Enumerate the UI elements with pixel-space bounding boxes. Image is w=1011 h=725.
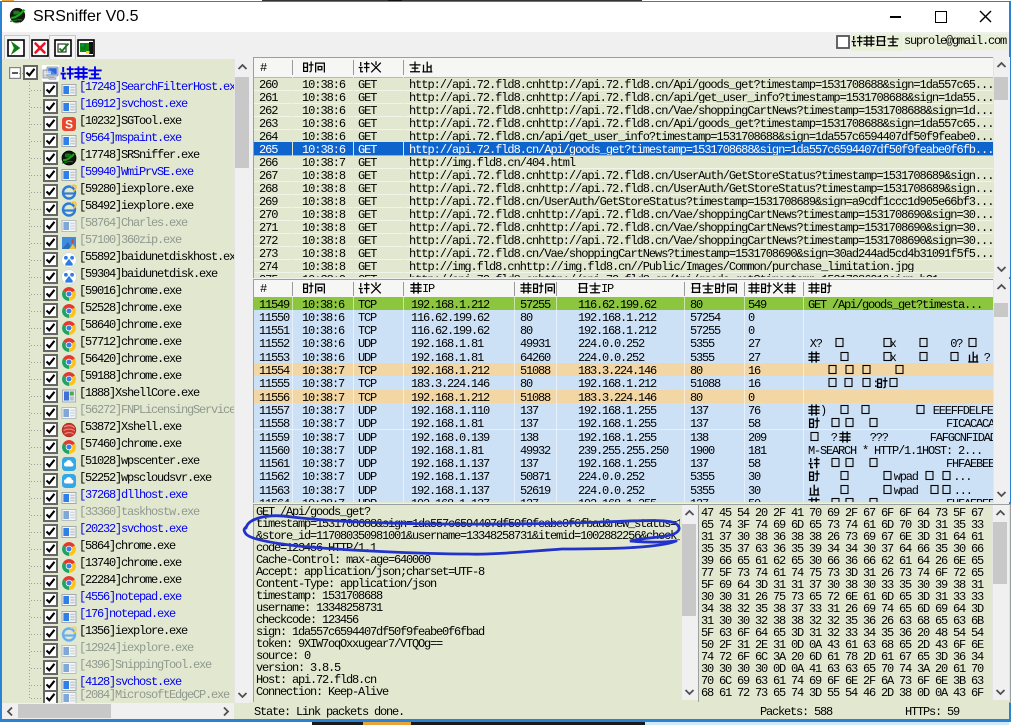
- svg-text:S: S: [65, 117, 73, 131]
